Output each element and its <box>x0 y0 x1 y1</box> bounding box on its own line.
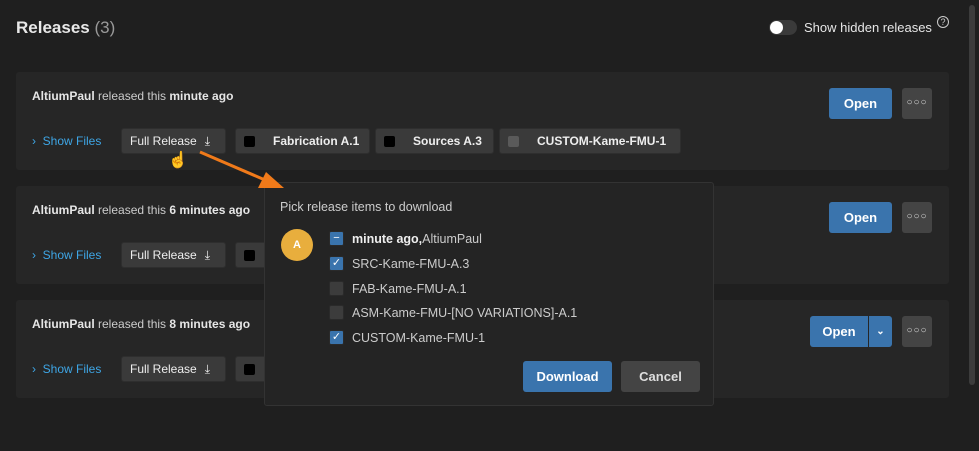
item-row[interactable]: FAB-Kame-FMU-A.1 <box>329 281 467 296</box>
show-hidden-label: Show hidden releases <box>804 20 932 35</box>
chip-label: Fabrication A.1 <box>273 134 360 148</box>
release-time: 8 minutes ago <box>169 317 251 331</box>
more-options-button[interactable]: ○○○ <box>902 202 932 233</box>
user: AltiumPaul <box>32 89 95 103</box>
color-swatch <box>244 363 255 375</box>
show-files-link[interactable]: › Show Files <box>32 248 101 262</box>
download-icon: ⤓ <box>204 361 211 376</box>
show-hidden-toggle[interactable] <box>769 20 797 35</box>
item-label: FAB-Kame-FMU-A.1 <box>352 281 467 296</box>
item-row[interactable]: ASM-Kame-FMU-[NO VARIATIONS]-A.1 <box>329 305 577 320</box>
release-time: minute ago <box>169 89 234 103</box>
more-options-button[interactable]: ○○○ <box>902 88 932 119</box>
popup-title: Pick release items to download <box>280 200 453 214</box>
chevron-down-icon[interactable]: ⌄ <box>869 316 892 347</box>
chip-custom[interactable]: CUSTOM-Kame-FMU-1 <box>499 128 681 154</box>
item-label: ASM-Kame-FMU-[NO VARIATIONS]-A.1 <box>352 305 578 320</box>
full-release-label: Full Release <box>130 248 197 262</box>
show-files-link[interactable]: › Show Files <box>32 362 101 376</box>
open-button[interactable]: Open <box>810 316 868 347</box>
release-card: AltiumPaul released this minute ago › Sh… <box>16 72 949 170</box>
item-label: SRC-Kame-FMU-A.3 <box>352 256 470 271</box>
title-text: Releases <box>16 18 90 37</box>
chip-label: CUSTOM-Kame-FMU-1 <box>537 134 667 148</box>
show-files-label: Show Files <box>42 248 102 262</box>
chip-fabrication[interactable]: Fabrication A.1 <box>235 128 370 154</box>
release-time: 6 minutes ago <box>169 203 251 217</box>
chip-label: Sources A.3 <box>413 134 482 148</box>
released-text: released this <box>94 89 170 103</box>
color-swatch <box>384 135 395 147</box>
download-button[interactable]: Download <box>523 361 612 392</box>
user: AltiumPaul <box>32 317 95 331</box>
item-row[interactable]: ✓ CUSTOM-Kame-FMU-1 <box>329 330 485 345</box>
group-checkbox-row[interactable]: − minute ago,AltiumPaul <box>329 231 482 246</box>
open-button[interactable]: Open <box>829 88 892 119</box>
group-user: AltiumPaul <box>422 231 482 246</box>
item-row[interactable]: ✓ SRC-Kame-FMU-A.3 <box>329 256 469 271</box>
color-swatch <box>244 135 255 147</box>
hand-cursor-icon: ☝ <box>168 152 188 169</box>
full-release-button[interactable]: Full Release ⤓ <box>121 242 226 268</box>
show-files-label: Show Files <box>42 362 102 376</box>
full-release-label: Full Release <box>130 362 197 376</box>
download-popup: Pick release items to download A − minute… <box>264 182 714 406</box>
checkbox-checked[interactable]: ✓ <box>329 330 344 345</box>
download-icon: ⤓ <box>204 247 211 262</box>
user: AltiumPaul <box>32 203 95 217</box>
cancel-button[interactable]: Cancel <box>621 361 700 392</box>
release-info: AltiumPaul released this 8 minutes ago <box>32 317 250 331</box>
open-button[interactable]: Open <box>829 202 892 233</box>
released-text: released this <box>94 203 170 217</box>
full-release-label: Full Release <box>130 134 197 148</box>
help-icon[interactable]: ? <box>937 16 949 28</box>
checkbox[interactable] <box>329 305 344 320</box>
released-text: released this <box>94 317 170 331</box>
page-title: Releases (3) <box>16 18 115 38</box>
scrollbar[interactable] <box>969 5 975 385</box>
avatar: A <box>281 229 313 261</box>
item-label: CUSTOM-Kame-FMU-1 <box>352 330 486 345</box>
color-swatch <box>244 249 255 261</box>
full-release-button[interactable]: Full Release ⤓ <box>121 356 226 382</box>
group-time: minute ago, <box>352 231 423 246</box>
release-count: (3) <box>94 18 116 37</box>
release-info: AltiumPaul released this 6 minutes ago <box>32 203 250 217</box>
show-files-link[interactable]: › Show Files <box>32 134 101 148</box>
chip-sources[interactable]: Sources A.3 <box>375 128 494 154</box>
release-info: AltiumPaul released this minute ago <box>32 89 233 103</box>
indeterminate-checkbox[interactable]: − <box>329 231 344 246</box>
checkbox-checked[interactable]: ✓ <box>329 256 344 271</box>
color-swatch <box>508 135 519 147</box>
show-files-label: Show Files <box>42 134 102 148</box>
checkbox[interactable] <box>329 281 344 296</box>
more-options-button[interactable]: ○○○ <box>902 316 932 347</box>
download-icon: ⤓ <box>204 133 211 148</box>
